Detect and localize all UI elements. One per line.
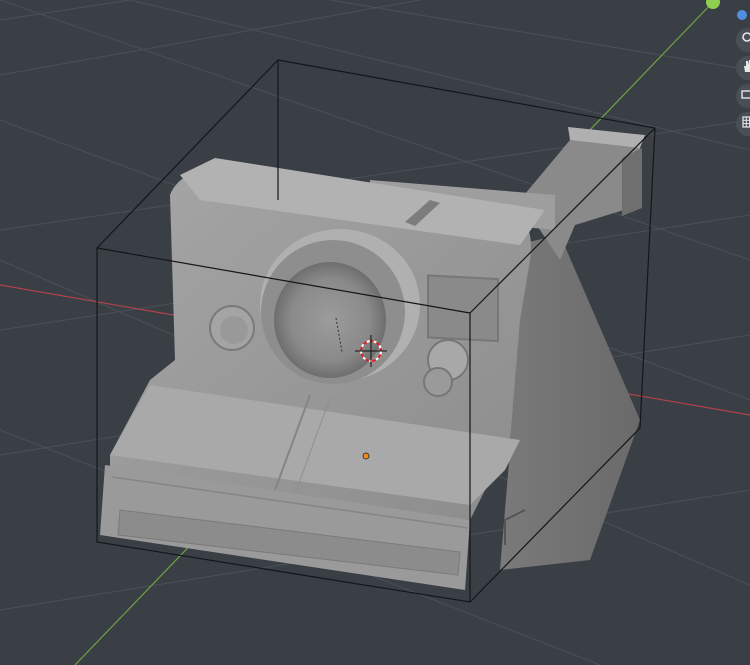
camera-button-left-inner	[220, 316, 248, 344]
camera-model[interactable]	[100, 127, 645, 590]
camera-shutter-knob-stem	[423, 367, 453, 397]
3d-viewport[interactable]	[0, 0, 750, 665]
object-origin-dot	[362, 452, 370, 460]
z-axis-gizmo-dot[interactable]	[737, 10, 747, 20]
camera-view-icon	[741, 87, 750, 105]
scene-canvas[interactable]	[0, 0, 750, 665]
hand-icon	[741, 59, 750, 77]
camera-window	[427, 274, 499, 343]
zoom-icon	[741, 31, 750, 49]
perspective-grid-icon	[741, 115, 750, 133]
